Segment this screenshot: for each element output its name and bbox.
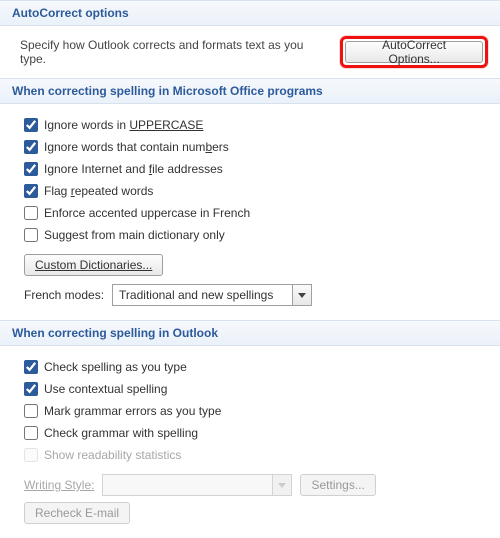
- checkbox-label: Show readability statistics: [44, 448, 181, 462]
- french-modes-label: French modes:: [24, 288, 104, 302]
- recheck-email-button: Recheck E-mail: [24, 502, 130, 524]
- settings-button: Settings...: [300, 474, 375, 496]
- autocorrect-options-button[interactable]: AutoCorrect Options...: [345, 41, 483, 63]
- checkbox[interactable]: [24, 382, 38, 396]
- section-header-office: When correcting spelling in Microsoft Of…: [0, 78, 500, 104]
- checkbox-label: Enforce accented uppercase in French: [44, 206, 250, 220]
- section-header-outlook: When correcting spelling in Outlook: [0, 320, 500, 346]
- dropdown-value: Traditional and new spellings: [119, 288, 292, 302]
- chevron-down-icon: [292, 285, 311, 305]
- writing-style-dropdown: [102, 474, 292, 496]
- section-header-autocorrect: AutoCorrect options: [0, 0, 500, 26]
- office-body: Ignore words in UPPERCASE Ignore words t…: [0, 104, 500, 320]
- office-check-uppercase[interactable]: Ignore words in UPPERCASE: [24, 114, 488, 136]
- checkbox[interactable]: [24, 360, 38, 374]
- chevron-down-icon: [272, 475, 291, 495]
- checkbox: [24, 448, 38, 462]
- checkbox-label: Check spelling as you type: [44, 360, 187, 374]
- checkbox-label: Check grammar with spelling: [44, 426, 198, 440]
- checkbox-label: Flag repeated words: [44, 184, 153, 198]
- autocorrect-button-highlight: AutoCorrect Options...: [340, 36, 488, 68]
- checkbox[interactable]: [24, 206, 38, 220]
- section-title: When correcting spelling in Outlook: [12, 326, 218, 340]
- outlook-body: Check spelling as you type Use contextua…: [0, 346, 500, 538]
- checkbox[interactable]: [24, 118, 38, 132]
- office-check-repeated[interactable]: Flag repeated words: [24, 180, 488, 202]
- checkbox[interactable]: [24, 184, 38, 198]
- office-check-internet[interactable]: Ignore Internet and file addresses: [24, 158, 488, 180]
- checkbox-label: Use contextual spelling: [44, 382, 167, 396]
- checkbox[interactable]: [24, 162, 38, 176]
- checkbox-label: Suggest from main dictionary only: [44, 228, 225, 242]
- checkbox[interactable]: [24, 426, 38, 440]
- checkbox-label: Ignore Internet and file addresses: [44, 162, 223, 176]
- checkbox-label: Ignore words that contain numbers: [44, 140, 229, 154]
- checkbox[interactable]: [24, 140, 38, 154]
- french-modes-dropdown[interactable]: Traditional and new spellings: [112, 284, 312, 306]
- checkbox[interactable]: [24, 404, 38, 418]
- outlook-check-grammar-spelling[interactable]: Check grammar with spelling: [24, 422, 488, 444]
- autocorrect-intro-text: Specify how Outlook corrects and formats…: [20, 38, 326, 66]
- outlook-check-grammar-type[interactable]: Mark grammar errors as you type: [24, 400, 488, 422]
- office-check-numbers[interactable]: Ignore words that contain numbers: [24, 136, 488, 158]
- writing-style-label: Writing Style:: [24, 478, 94, 492]
- outlook-check-readability: Show readability statistics: [24, 444, 488, 466]
- checkbox[interactable]: [24, 228, 38, 242]
- section-title: AutoCorrect options: [12, 6, 129, 20]
- outlook-check-contextual[interactable]: Use contextual spelling: [24, 378, 488, 400]
- checkbox-label: Mark grammar errors as you type: [44, 404, 221, 418]
- office-check-french-accents[interactable]: Enforce accented uppercase in French: [24, 202, 488, 224]
- autocorrect-intro-row: Specify how Outlook corrects and formats…: [0, 26, 500, 78]
- outlook-check-as-you-type[interactable]: Check spelling as you type: [24, 356, 488, 378]
- custom-dictionaries-button[interactable]: Custom Dictionaries...: [24, 254, 163, 276]
- section-title: When correcting spelling in Microsoft Of…: [12, 84, 323, 98]
- office-check-main-dictionary[interactable]: Suggest from main dictionary only: [24, 224, 488, 246]
- checkbox-label: Ignore words in UPPERCASE: [44, 118, 203, 132]
